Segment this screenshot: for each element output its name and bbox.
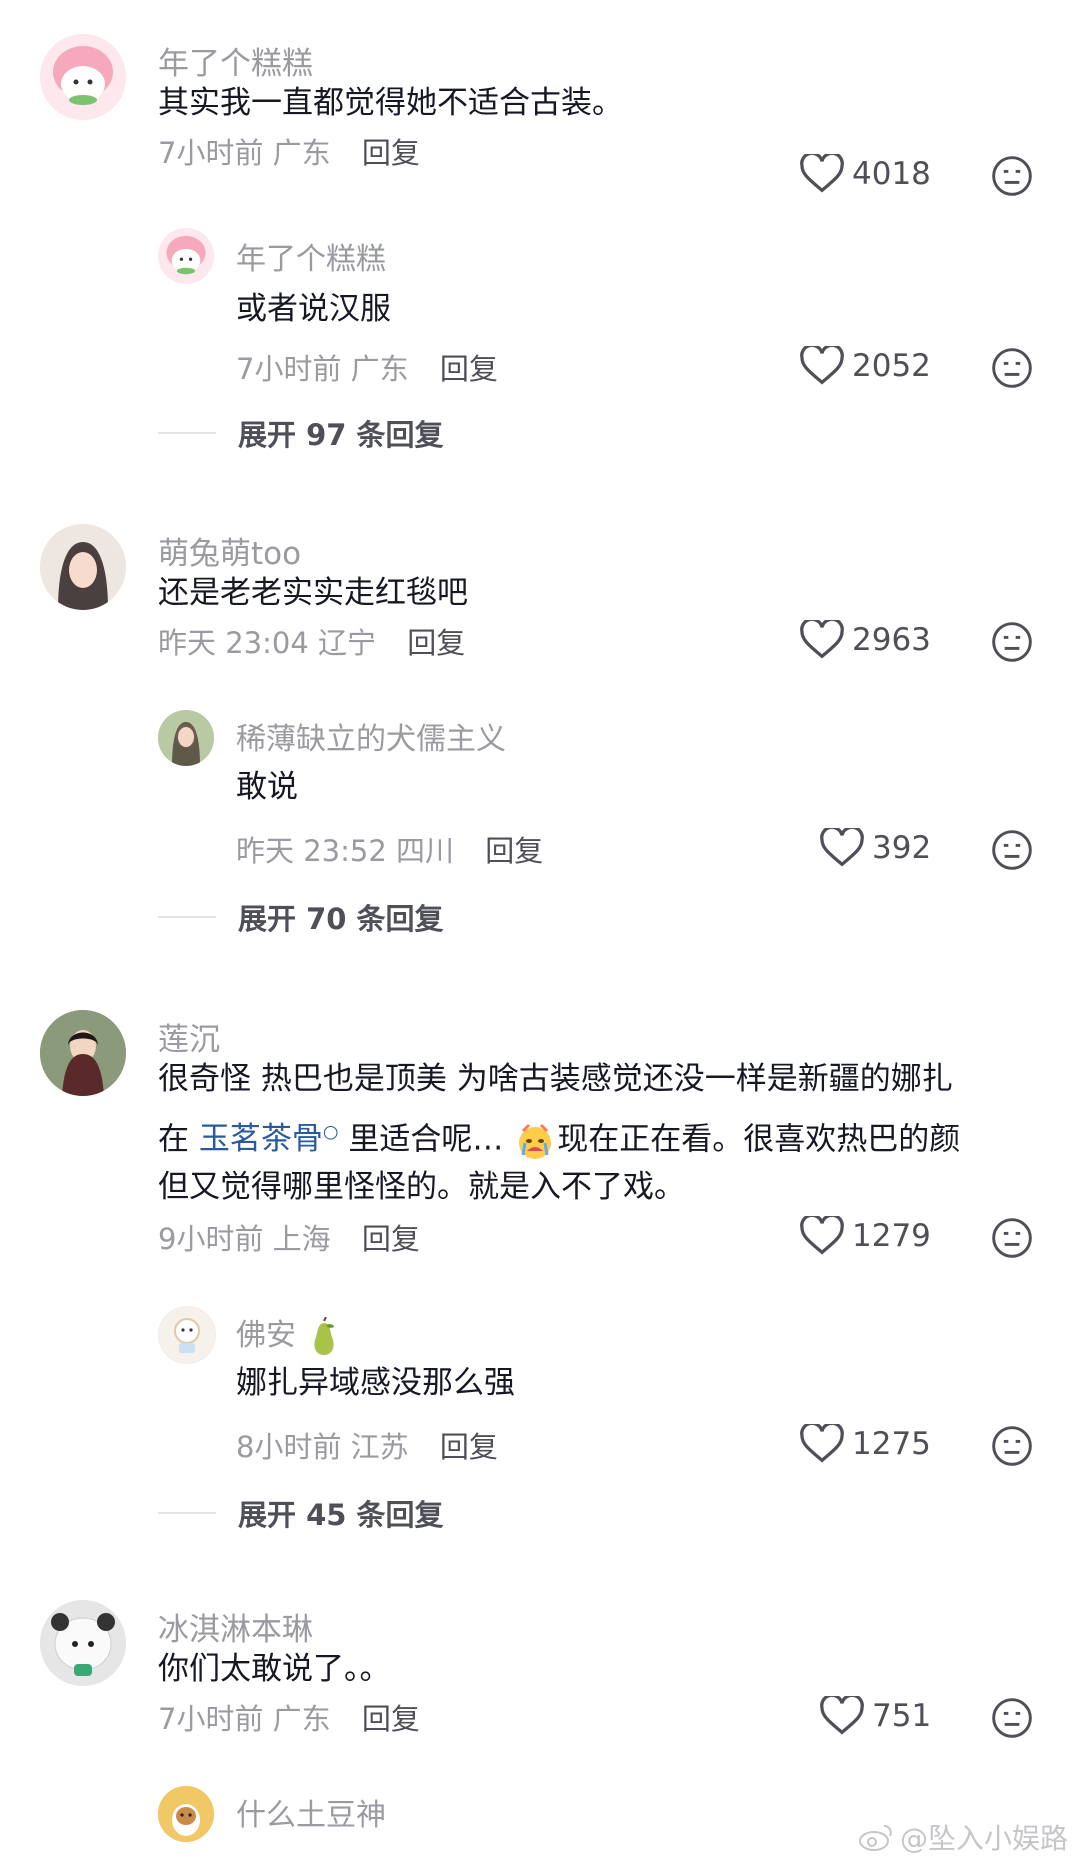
reply-button[interactable]: 回复: [407, 626, 465, 660]
comment-text: 还是老老实实走红毯吧: [158, 575, 468, 611]
reply-button[interactable]: 回复: [440, 352, 498, 386]
expand-replies[interactable]: 展开 97 条回复: [158, 412, 444, 454]
reply-meta: 7小时前 广东 回复: [236, 346, 498, 388]
like-button[interactable]: 2963: [800, 620, 931, 660]
location: 广东: [350, 352, 409, 386]
location: 江苏: [350, 1430, 409, 1464]
like-count: 4018: [852, 156, 931, 192]
like-count: 1279: [852, 1218, 931, 1254]
comment-text-line: 在 玉茗茶骨○ 里适合呢… 现在正在看。很喜欢热巴的颜: [158, 1106, 960, 1166]
reply-button[interactable]: 回复: [440, 1430, 498, 1464]
reply-meta: 8小时前 江苏 回复: [236, 1424, 498, 1466]
timestamp: 7小时前: [158, 136, 264, 170]
like-button[interactable]: 2052: [800, 346, 931, 386]
comment-meta: 7小时前 广东 回复: [158, 1696, 420, 1738]
like-button[interactable]: 751: [820, 1696, 931, 1736]
comment-meta: 昨天 23:04 辽宁 回复: [158, 620, 465, 662]
pear-emoji-icon: [313, 1316, 334, 1355]
avatar[interactable]: [40, 1600, 126, 1686]
avatar[interactable]: [40, 1010, 126, 1096]
reply-button[interactable]: 回复: [362, 1702, 420, 1736]
reply-username[interactable]: 年了个糕糕: [236, 234, 386, 278]
like-count: 392: [872, 830, 932, 866]
dislike-icon[interactable]: [990, 346, 1034, 390]
reply-meta: 昨天 23:52 四川 回复: [236, 828, 543, 870]
timestamp: 7小时前: [236, 352, 342, 386]
dislike-icon[interactable]: [990, 1696, 1034, 1740]
expand-replies[interactable]: 展开 70 条回复: [158, 896, 444, 938]
heart-icon: [800, 620, 844, 659]
reply-text: 或者说汉服: [236, 291, 391, 327]
reply-button[interactable]: 回复: [485, 834, 543, 868]
reply-username[interactable]: 稀薄缺立的犬儒主义: [236, 714, 506, 758]
dislike-icon[interactable]: [990, 828, 1034, 872]
heart-icon: [820, 1696, 864, 1735]
like-count: 2052: [852, 348, 931, 384]
comment-text-line: 很奇怪 热巴也是顶美 为啥古装感觉还没一样是新疆的娜扎: [158, 1061, 953, 1097]
like-button[interactable]: 1279: [800, 1216, 931, 1256]
weibo-icon: [858, 1825, 892, 1851]
like-button[interactable]: 392: [820, 828, 931, 868]
reply-button[interactable]: 回复: [362, 136, 420, 170]
text-segment: 在: [158, 1121, 199, 1158]
comment-text-line: 但又觉得哪里怪怪的。就是入不了戏。: [158, 1169, 685, 1205]
heart-icon: [800, 1216, 844, 1255]
comment-meta: 9小时前 上海 回复: [158, 1216, 420, 1258]
reply-text: 娜扎异域感没那么强: [236, 1365, 515, 1401]
timestamp: 7小时前: [158, 1702, 264, 1736]
location: 广东: [272, 1702, 331, 1736]
dislike-icon[interactable]: [990, 1424, 1034, 1468]
dislike-icon[interactable]: [990, 1216, 1034, 1260]
reply-button[interactable]: 回复: [362, 1222, 420, 1256]
like-button[interactable]: 4018: [800, 154, 931, 194]
timestamp: 昨天 23:04: [158, 626, 309, 660]
reply-text: 敢说: [236, 769, 298, 805]
avatar[interactable]: [40, 524, 126, 610]
location: 上海: [272, 1222, 331, 1256]
location: 广东: [272, 136, 331, 170]
divider: [158, 916, 216, 918]
heart-icon: [800, 346, 844, 385]
expand-replies[interactable]: 展开 45 条回复: [158, 1492, 444, 1534]
expand-label: 展开 45 条回复: [238, 1498, 444, 1532]
watermark: @坠入小娱路: [858, 1817, 1068, 1857]
text-segment: 里适合呢…: [338, 1121, 504, 1158]
divider: [158, 1512, 216, 1514]
crying-emoji-icon: [519, 1123, 552, 1159]
timestamp: 8小时前: [236, 1430, 342, 1464]
comment-text: 你们太敢说了。。: [158, 1651, 391, 1687]
location: 辽宁: [318, 626, 377, 660]
heart-icon: [820, 828, 864, 867]
timestamp: 9小时前: [158, 1222, 264, 1256]
reply-avatar[interactable]: [158, 228, 214, 284]
divider: [158, 432, 216, 434]
location: 四川: [396, 834, 455, 868]
avatar[interactable]: [40, 34, 126, 120]
hashtag-link[interactable]: 玉茗茶骨○: [199, 1121, 339, 1157]
reply-username[interactable]: 什么土豆神: [236, 1790, 386, 1834]
comment-text: 其实我一直都觉得她不适合古装。: [158, 85, 623, 121]
reply-username-text: 佛安: [236, 1318, 296, 1353]
expand-label: 展开 97 条回复: [238, 418, 444, 452]
dislike-icon[interactable]: [990, 620, 1034, 664]
dislike-icon[interactable]: [990, 154, 1034, 198]
expand-label: 展开 70 条回复: [238, 902, 444, 936]
heart-icon: [800, 154, 844, 193]
timestamp: 昨天 23:52: [236, 834, 387, 868]
comment-meta: 7小时前 广东 回复: [158, 130, 420, 172]
like-button[interactable]: 1275: [800, 1424, 931, 1464]
reply-avatar[interactable]: [158, 710, 214, 766]
like-count: 751: [872, 1698, 932, 1734]
search-icon: ○: [322, 1122, 339, 1143]
heart-icon: [800, 1424, 844, 1463]
reply-username[interactable]: 佛安: [236, 1310, 342, 1357]
text-segment: 现在正在看。很喜欢热巴的颜: [557, 1121, 961, 1158]
watermark-text: @坠入小娱路: [899, 1822, 1068, 1855]
like-count: 1275: [852, 1426, 931, 1462]
reply-avatar[interactable]: [158, 1786, 214, 1842]
like-count: 2963: [852, 622, 931, 658]
hashtag-label: 玉茗茶骨: [198, 1121, 323, 1158]
reply-avatar[interactable]: [158, 1306, 216, 1364]
